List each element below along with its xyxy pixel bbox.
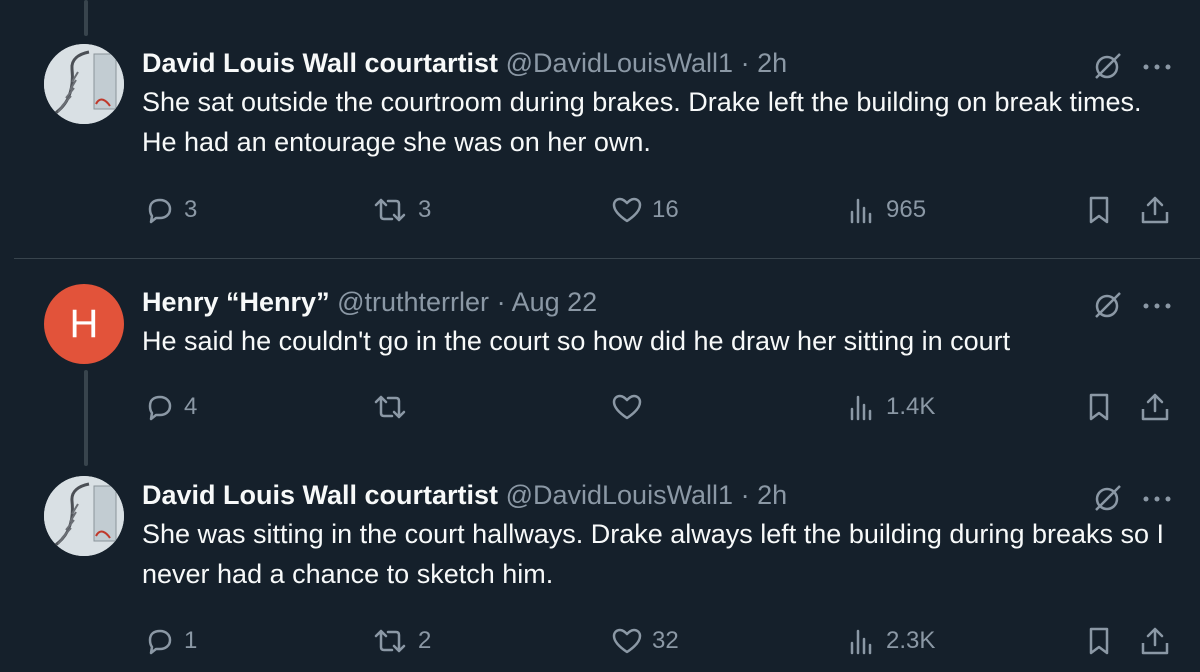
views-button[interactable]: 1.4K	[846, 391, 935, 423]
tweet-header: David Louis Wall courtartist @DavidLouis…	[142, 478, 1172, 512]
avatar[interactable]	[44, 44, 124, 124]
views-icon	[850, 198, 872, 224]
tweet-actions: 3 3 16 965	[142, 194, 1172, 234]
tweet-actions: 1 2 32 2.3K	[142, 625, 1172, 665]
reply-count: 4	[184, 393, 198, 420]
tweet[interactable]: David Louis Wall courtartist @DavidLouis…	[142, 46, 1172, 162]
bookmark-icon	[1089, 196, 1109, 224]
tweet-header: Henry “Henry” @truthterrler · Aug 22	[142, 285, 1172, 319]
user-handle[interactable]: @truthterrler	[337, 287, 489, 317]
timestamp[interactable]: 2h	[757, 480, 787, 510]
repost-button[interactable]	[370, 391, 418, 423]
like-button[interactable]	[610, 391, 652, 423]
reply-count: 1	[184, 627, 198, 654]
views-button[interactable]: 2.3K	[846, 625, 935, 657]
repost-icon	[374, 198, 406, 222]
reply-count: 3	[184, 196, 198, 223]
display-name[interactable]: David Louis Wall courtartist	[142, 480, 498, 510]
tweet-text: She sat outside the courtroom during bra…	[142, 87, 1142, 157]
views-count: 965	[886, 196, 927, 223]
like-icon	[612, 628, 642, 654]
more-icon[interactable]	[1142, 62, 1172, 72]
repost-count: 2	[418, 627, 432, 654]
tweet-top-icons	[1090, 482, 1172, 516]
separator-dot: ·	[740, 480, 750, 510]
reply-icon	[148, 629, 172, 655]
share-icon	[1141, 393, 1169, 421]
like-button[interactable]: 32	[610, 625, 679, 657]
share-button[interactable]	[1138, 194, 1172, 226]
views-icon	[850, 395, 872, 421]
reply-button[interactable]: 1	[144, 625, 197, 657]
more-icon[interactable]	[1142, 494, 1172, 504]
tweet-divider	[14, 258, 1200, 259]
display-name[interactable]: Henry “Henry”	[142, 287, 330, 317]
like-icon	[612, 197, 642, 223]
tweet-top-icons	[1090, 289, 1172, 323]
bookmark-button[interactable]	[1084, 391, 1114, 423]
avatar[interactable]: H	[44, 284, 124, 364]
reply-button[interactable]: 4	[144, 391, 197, 423]
share-button[interactable]	[1138, 391, 1172, 423]
display-name[interactable]: David Louis Wall courtartist	[142, 48, 498, 78]
reply-icon	[148, 198, 172, 224]
grok-icon[interactable]	[1090, 289, 1124, 323]
bookmark-button[interactable]	[1084, 625, 1114, 657]
tweet-header: David Louis Wall courtartist @DavidLouis…	[142, 46, 1172, 80]
avatar[interactable]	[44, 476, 124, 556]
more-icon[interactable]	[1142, 301, 1172, 311]
like-count: 16	[652, 196, 679, 223]
views-icon	[850, 629, 872, 655]
user-handle[interactable]: @DavidLouisWall1	[506, 480, 734, 510]
like-icon	[612, 394, 642, 420]
views-count: 2.3K	[886, 627, 936, 654]
bookmark-icon	[1089, 393, 1109, 421]
user-handle[interactable]: @DavidLouisWall1	[506, 48, 734, 78]
tweet[interactable]: Henry “Henry” @truthterrler · Aug 22 He …	[142, 285, 1172, 361]
thread-line-top	[84, 0, 88, 36]
repost-button[interactable]: 2	[370, 625, 431, 657]
views-button[interactable]: 965	[846, 194, 926, 226]
tweet-text: He said he couldn't go in the court so h…	[142, 326, 1011, 356]
bookmark-icon	[1089, 627, 1109, 655]
bookmark-button[interactable]	[1084, 194, 1114, 226]
tweet-top-icons	[1090, 50, 1172, 84]
timestamp[interactable]: 2h	[757, 48, 787, 78]
tweet[interactable]: David Louis Wall courtartist @DavidLouis…	[142, 478, 1172, 594]
sketch-staircase-photo-icon	[44, 44, 124, 124]
separator-dot: ·	[496, 287, 506, 317]
repost-count: 3	[418, 196, 432, 223]
like-count: 32	[652, 627, 679, 654]
tweet-text: She was sitting in the court hallways. D…	[142, 519, 1165, 589]
timestamp[interactable]: Aug 22	[512, 287, 598, 317]
share-icon	[1141, 627, 1169, 655]
repost-icon	[374, 395, 406, 419]
share-icon	[1141, 196, 1169, 224]
repost-icon	[374, 629, 406, 653]
like-button[interactable]: 16	[610, 194, 679, 226]
grok-icon[interactable]	[1090, 50, 1124, 84]
sketch-staircase-photo-icon	[44, 476, 124, 556]
reply-icon	[148, 395, 172, 421]
thread-line-middle	[84, 370, 88, 466]
tweet-actions: 4 1.4K	[142, 391, 1172, 431]
repost-button[interactable]: 3	[370, 194, 431, 226]
separator-dot: ·	[740, 48, 750, 78]
grok-icon[interactable]	[1090, 482, 1124, 516]
reply-button[interactable]: 3	[144, 194, 197, 226]
share-button[interactable]	[1138, 625, 1172, 657]
views-count: 1.4K	[886, 393, 936, 420]
